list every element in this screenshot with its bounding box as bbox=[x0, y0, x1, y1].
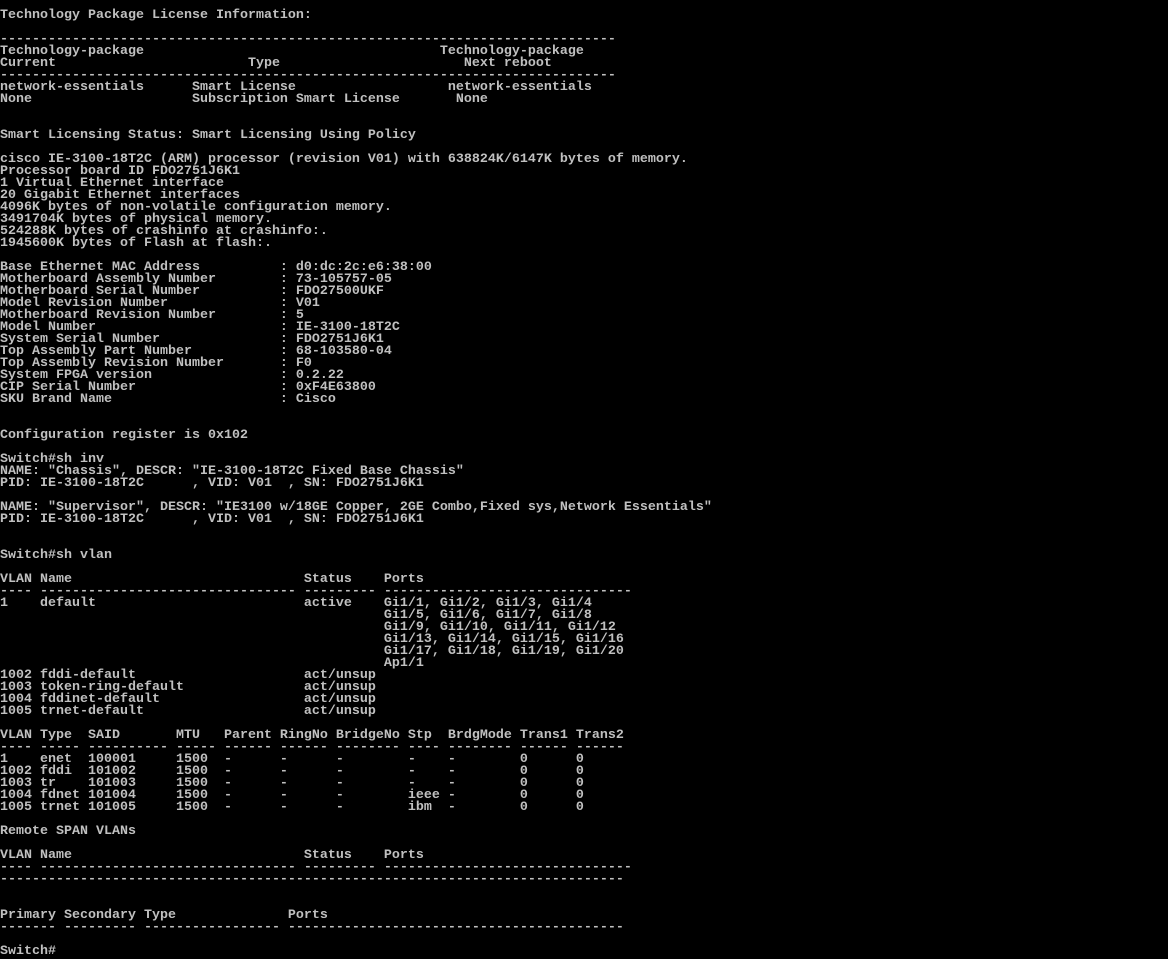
terminal-line: PID: IE-3100-18T2C , VID: V01 , SN: FDO2… bbox=[0, 476, 424, 491]
terminal-line: 1005 trnet 101005 1500 - - - ibm - 0 0 bbox=[0, 800, 584, 815]
terminal-line: 1945600K bytes of Flash at flash:. bbox=[0, 236, 272, 251]
terminal-line: PID: IE-3100-18T2C , VID: V01 , SN: FDO2… bbox=[0, 512, 424, 527]
terminal-line: 1005 trnet-default act/unsup bbox=[0, 704, 376, 719]
terminal-line: Technology Package License Information: bbox=[0, 8, 312, 23]
terminal-line: Smart Licensing Status: Smart Licensing … bbox=[0, 128, 416, 143]
terminal-line: SKU Brand Name : Cisco bbox=[0, 392, 336, 407]
terminal-line: Configuration register is 0x102 bbox=[0, 428, 248, 443]
terminal-line: ----------------------------------------… bbox=[0, 872, 624, 887]
terminal-line: Switch# bbox=[0, 944, 56, 959]
terminal-line: None Subscription Smart License None bbox=[0, 92, 488, 107]
terminal-line: Remote SPAN VLANs bbox=[0, 824, 136, 839]
terminal-output[interactable]: Technology Package License Information: -… bbox=[0, 8, 1168, 959]
terminal-line: Switch#sh vlan bbox=[0, 548, 112, 563]
terminal-line: ------- --------- ----------------- ----… bbox=[0, 920, 624, 935]
